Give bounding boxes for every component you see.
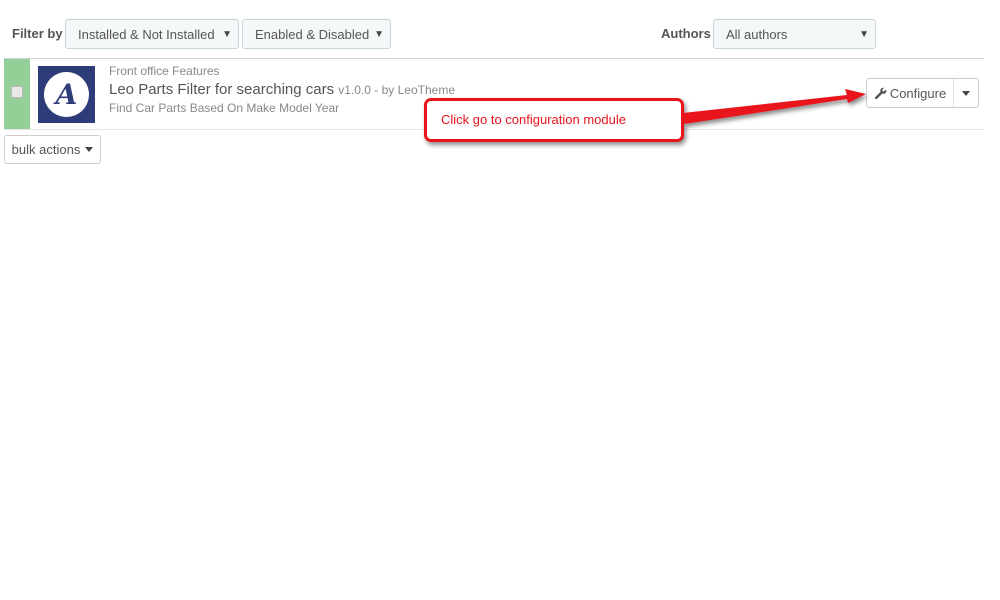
arrow-shape — [683, 89, 866, 124]
annotation-arrow — [683, 89, 866, 124]
